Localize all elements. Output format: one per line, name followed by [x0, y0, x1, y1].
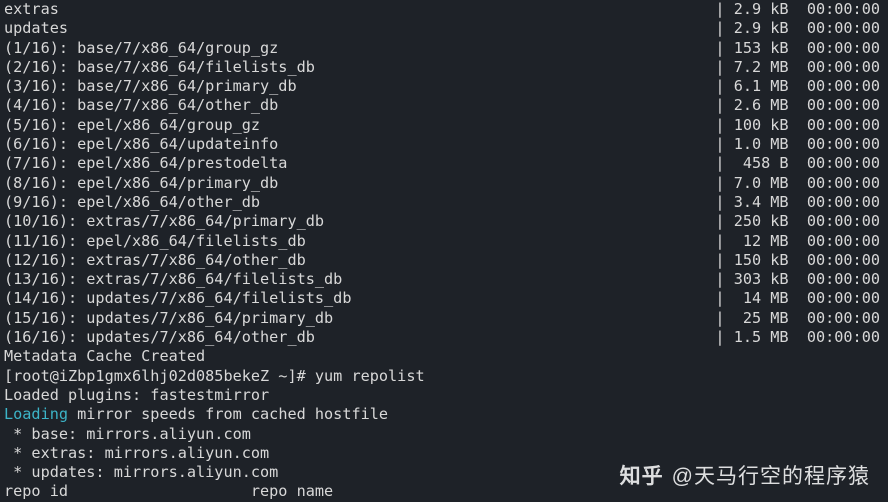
loading-rest: mirror speeds from cached hostfile: [68, 405, 388, 424]
download-row-size-time: | 153 kB 00:00:00: [715, 39, 884, 58]
typed-command[interactable]: yum repolist: [315, 367, 425, 386]
download-row: (13/16): extras/7/x86_64/filelists_db | 3…: [4, 270, 884, 289]
download-row: (10/16): extras/7/x86_64/primary_db | 250…: [4, 212, 884, 231]
download-row: (7/16): epel/x86_64/prestodelta | 458 B 0…: [4, 154, 884, 173]
mirror-base-line-path: * base: mirrors.aliyun.com: [4, 425, 251, 444]
loaded-plugins-line: Loaded plugins: fastestmirror: [4, 386, 884, 405]
download-row-path: (10/16): extras/7/x86_64/primary_db: [4, 212, 324, 231]
download-row-size-time: | 14 MB 00:00:00: [715, 289, 884, 308]
download-row-size-time: | 3.4 MB 00:00:00: [715, 193, 884, 212]
repolist-header-line-path: repo id repo name: [4, 482, 333, 501]
loading-keyword: Loading: [4, 405, 68, 424]
repo-summary-row-size-time: | 2.9 kB 00:00:00: [715, 0, 884, 19]
download-row: (2/16): base/7/x86_64/filelists_db | 7.2 …: [4, 58, 884, 77]
command-line: [root@iZbp1gmx6lhj02d085bekeZ ~]# yum re…: [4, 367, 884, 386]
download-row-size-time: | 7.2 MB 00:00:00: [715, 58, 884, 77]
download-row-size-time: | 12 MB 00:00:00: [715, 232, 884, 251]
download-row: (16/16): updates/7/x86_64/other_db | 1.5 …: [4, 328, 884, 347]
mirror-updates-line-path: * updates: mirrors.aliyun.com: [4, 463, 278, 482]
mirror-extras-line: * extras: mirrors.aliyun.com: [4, 444, 884, 463]
download-row: (12/16): extras/7/x86_64/other_db | 150 k…: [4, 251, 884, 270]
download-row: (1/16): base/7/x86_64/group_gz | 153 kB 0…: [4, 39, 884, 58]
mirror-base-line: * base: mirrors.aliyun.com: [4, 425, 884, 444]
download-row-size-time: | 250 kB 00:00:00: [715, 212, 884, 231]
download-row-size-time: | 1.0 MB 00:00:00: [715, 135, 884, 154]
download-row-size-time: | 458 B 00:00:00: [715, 154, 884, 173]
download-row: (4/16): base/7/x86_64/other_db | 2.6 MB 0…: [4, 96, 884, 115]
repo-summary-row: extras | 2.9 kB 00:00:00: [4, 0, 884, 19]
download-row-size-time: | 25 MB 00:00:00: [715, 309, 884, 328]
terminal-output: extras | 2.9 kB 00:00:00 updates | 2.9 kB 0…: [0, 0, 888, 502]
download-row: (6/16): epel/x86_64/updateinfo | 1.0 MB 0…: [4, 135, 884, 154]
repo-summary-row: updates | 2.9 kB 00:00:00: [4, 19, 884, 38]
download-row: (11/16): epel/x86_64/filelists_db | 12 MB…: [4, 232, 884, 251]
download-row-size-time: | 1.5 MB 00:00:00: [715, 328, 884, 347]
download-row-path: (16/16): updates/7/x86_64/other_db: [4, 328, 315, 347]
mirror-extras-line-path: * extras: mirrors.aliyun.com: [4, 444, 269, 463]
shell-prompt: [root@iZbp1gmx6lhj02d085bekeZ ~]#: [4, 367, 315, 386]
metadata-cache-created: Metadata Cache Created: [4, 347, 884, 366]
download-row: (9/16): epel/x86_64/other_db | 3.4 MB 00:…: [4, 193, 884, 212]
metadata-cache-created-path: Metadata Cache Created: [4, 347, 205, 366]
download-row-path: (11/16): epel/x86_64/filelists_db: [4, 232, 306, 251]
repolist-header-line: repo id repo name: [4, 482, 884, 501]
download-row-size-time: | 100 kB 00:00:00: [715, 116, 884, 135]
download-row-size-time: | 2.6 MB 00:00:00: [715, 96, 884, 115]
mirror-updates-line: * updates: mirrors.aliyun.com: [4, 463, 884, 482]
download-row-path: (12/16): extras/7/x86_64/other_db: [4, 251, 306, 270]
download-row-size-time: | 150 kB 00:00:00: [715, 251, 884, 270]
download-row-size-time: | 7.0 MB 00:00:00: [715, 174, 884, 193]
repo-summary-row-size-time: | 2.9 kB 00:00:00: [715, 19, 884, 38]
loading-mirror-line: Loading mirror speeds from cached hostfi…: [4, 405, 884, 424]
download-row: (3/16): base/7/x86_64/primary_db | 6.1 MB…: [4, 77, 884, 96]
download-row-path: (7/16): epel/x86_64/prestodelta: [4, 154, 287, 173]
download-row-path: (13/16): extras/7/x86_64/filelists_db: [4, 270, 342, 289]
download-row-size-time: | 303 kB 00:00:00: [715, 270, 884, 289]
download-row: (8/16): epel/x86_64/primary_db | 7.0 MB 0…: [4, 174, 884, 193]
download-row-path: (4/16): base/7/x86_64/other_db: [4, 96, 278, 115]
download-row-path: (14/16): updates/7/x86_64/filelists_db: [4, 289, 351, 308]
download-row-size-time: | 6.1 MB 00:00:00: [715, 77, 884, 96]
download-row-path: (9/16): epel/x86_64/other_db: [4, 193, 260, 212]
download-row: (15/16): updates/7/x86_64/primary_db | 25…: [4, 309, 884, 328]
download-row-path: (15/16): updates/7/x86_64/primary_db: [4, 309, 333, 328]
download-row: (14/16): updates/7/x86_64/filelists_db | …: [4, 289, 884, 308]
download-row-path: (2/16): base/7/x86_64/filelists_db: [4, 58, 315, 77]
download-row-path: (8/16): epel/x86_64/primary_db: [4, 174, 278, 193]
download-row: (5/16): epel/x86_64/group_gz | 100 kB 00:…: [4, 116, 884, 135]
download-row-path: (3/16): base/7/x86_64/primary_db: [4, 77, 297, 96]
download-row-path: (1/16): base/7/x86_64/group_gz: [4, 39, 278, 58]
repo-summary-row-path: extras: [4, 0, 59, 19]
repo-summary-row-path: updates: [4, 19, 68, 38]
download-row-path: (6/16): epel/x86_64/updateinfo: [4, 135, 278, 154]
loaded-plugins-line-path: Loaded plugins: fastestmirror: [4, 386, 269, 405]
download-row-path: (5/16): epel/x86_64/group_gz: [4, 116, 260, 135]
